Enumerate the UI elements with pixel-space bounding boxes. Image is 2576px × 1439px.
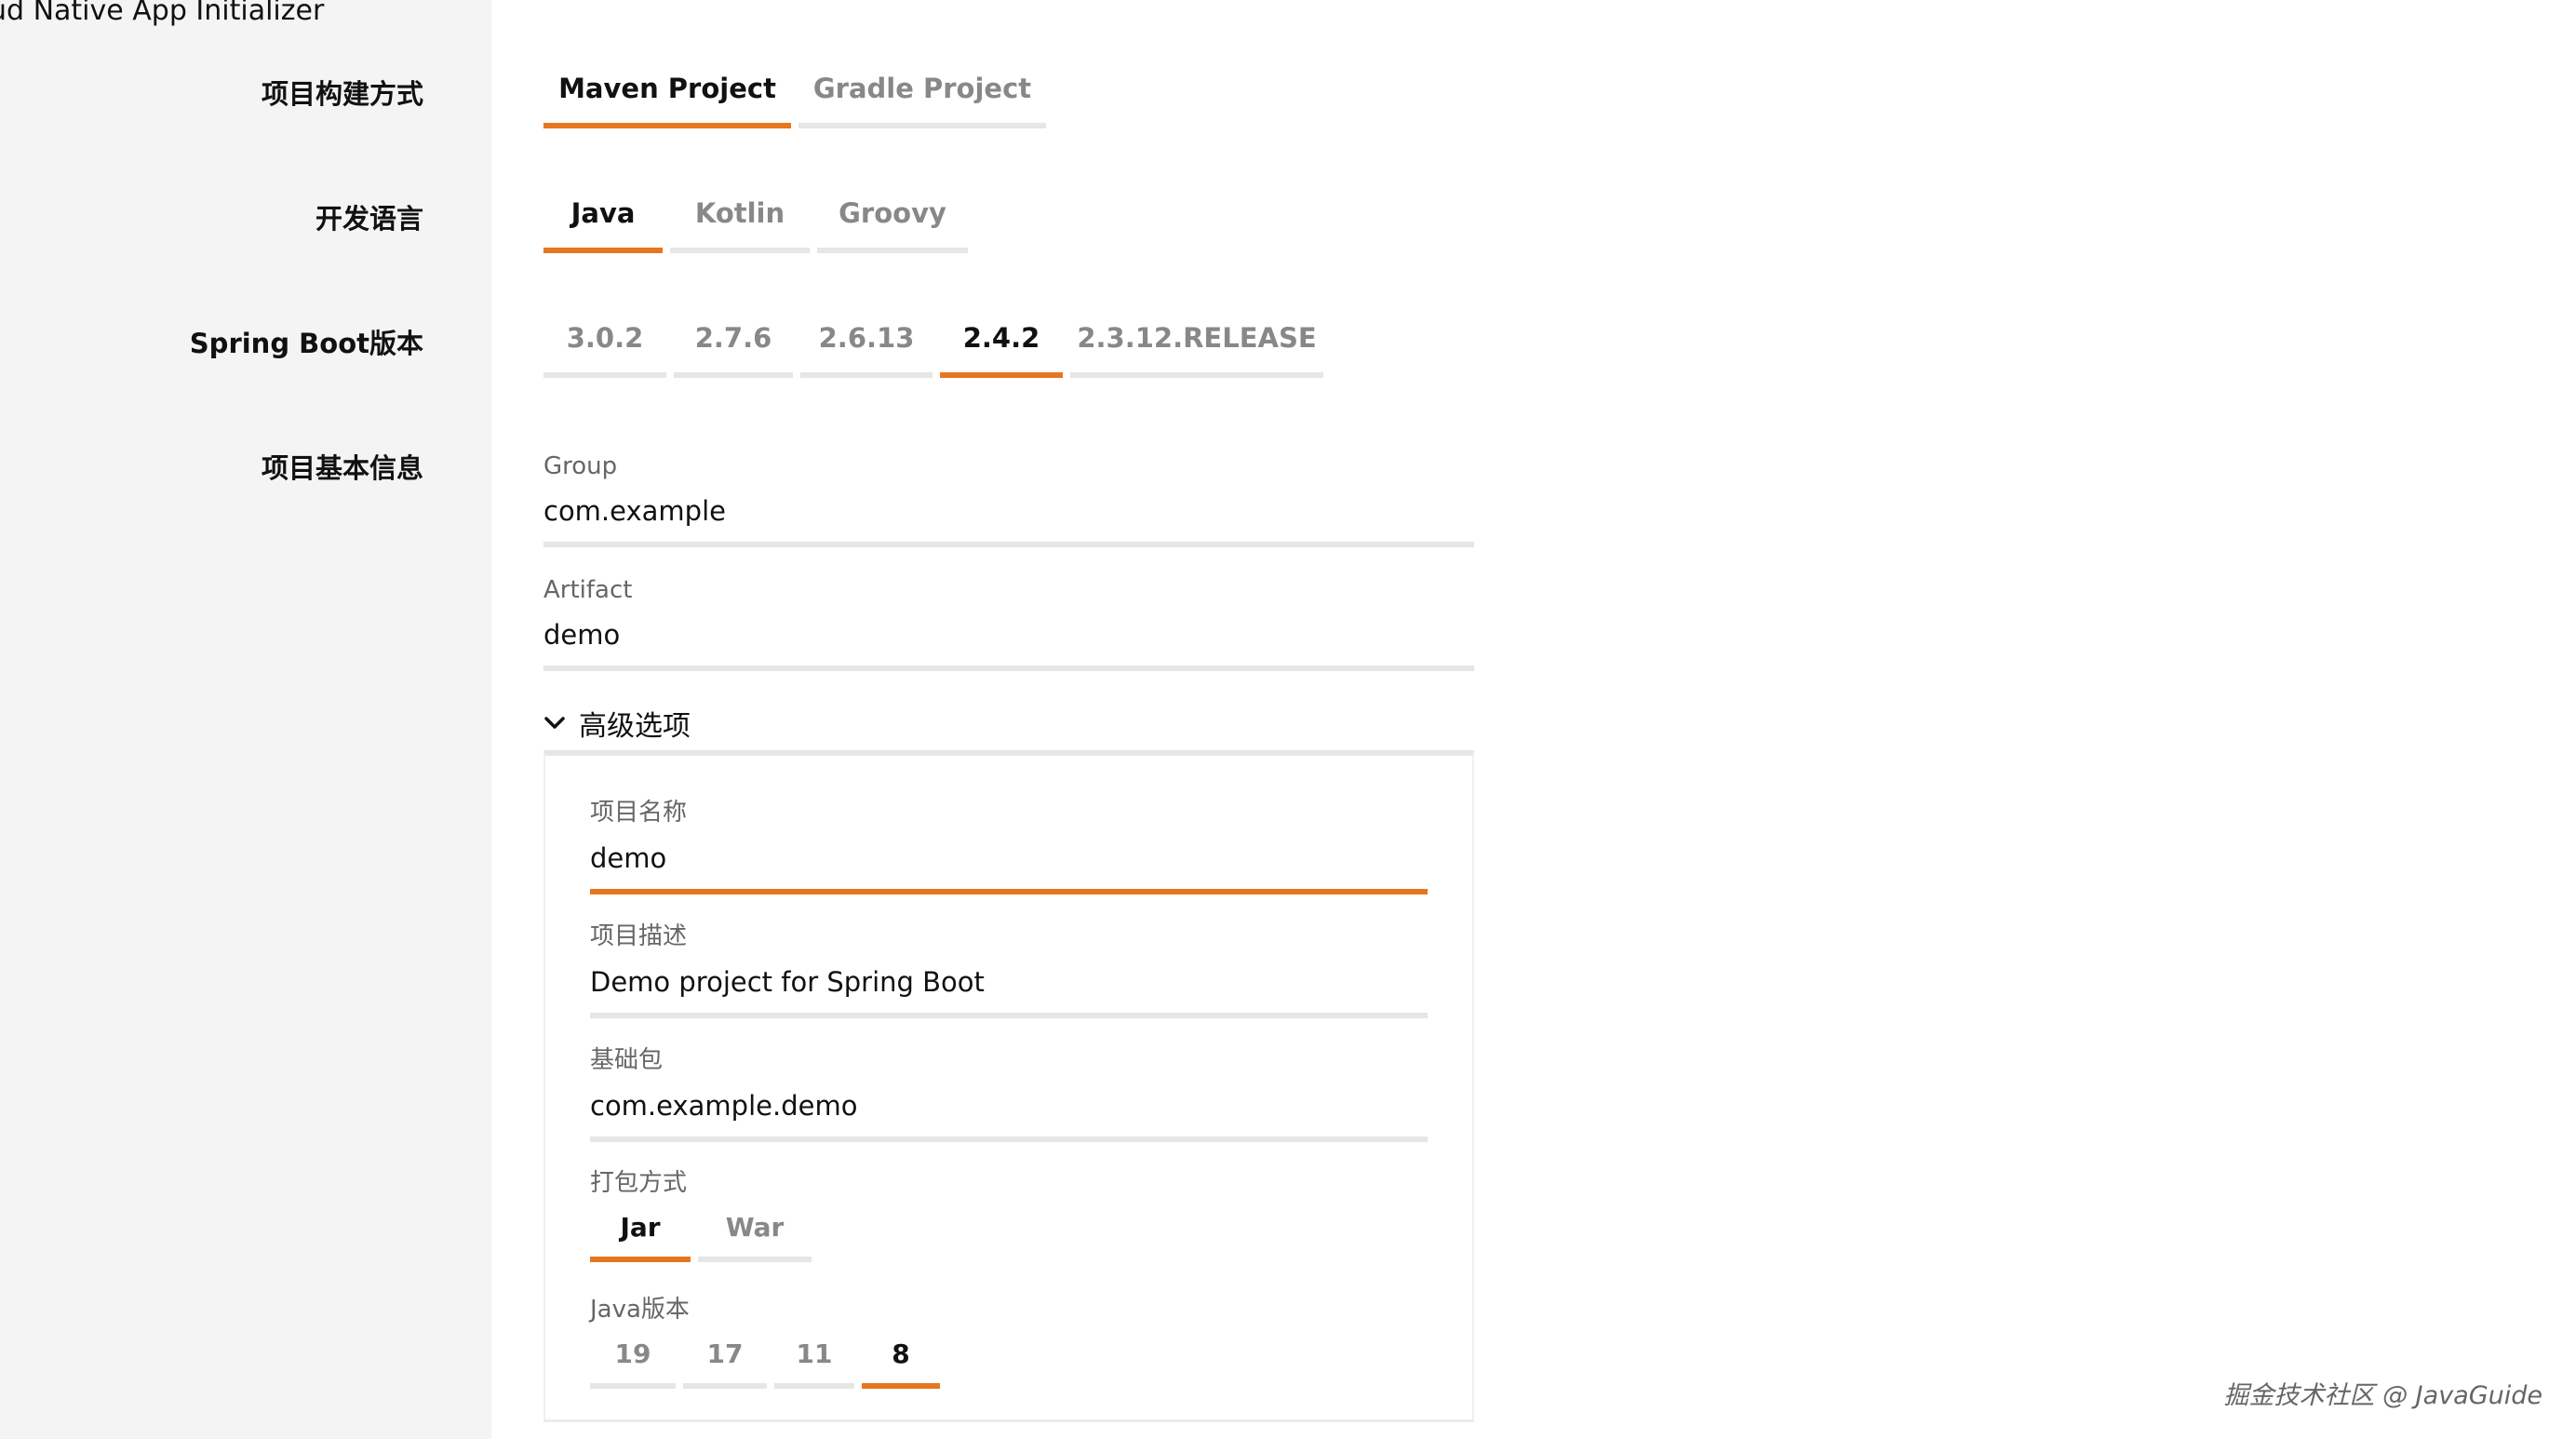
build-type-label: 项目构建方式 (261, 78, 423, 110)
tab-boot-2-3-12-release[interactable]: 2.3.12.RELEASE (1070, 303, 1323, 378)
tab-java-11[interactable]: 11 (774, 1324, 854, 1389)
tab-java-8[interactable]: 8 (862, 1324, 940, 1389)
project-description-label: 项目描述 (590, 922, 688, 950)
artifact-input[interactable] (543, 619, 1474, 671)
spring-boot-version-label: Spring Boot版本 (189, 328, 423, 359)
java-version-field: Java版本 (590, 1290, 1428, 1325)
build-type-tabs: Maven Project Gradle Project (543, 54, 1046, 128)
app-title: ud Native App Initializer (0, 0, 325, 27)
base-package-field: 基础包 (590, 1041, 1428, 1142)
java-version-label: Java版本 (590, 1296, 690, 1324)
artifact-field: Artifact (543, 576, 1474, 671)
watermark: 掘金技术社区 @ JavaGuide (2223, 1381, 2542, 1410)
language-tabs: Java Kotlin Groovy (543, 179, 968, 253)
project-name-input[interactable] (590, 842, 1428, 894)
base-package-input[interactable] (590, 1090, 1428, 1142)
group-field: Group (543, 452, 1474, 547)
project-name-field: 项目名称 (590, 793, 1428, 894)
tab-java[interactable]: Java (543, 179, 663, 253)
tab-maven-project[interactable]: Maven Project (543, 54, 791, 128)
tab-boot-2-6-13[interactable]: 2.6.13 (800, 303, 932, 378)
group-input[interactable] (543, 495, 1474, 547)
group-label: Group (543, 452, 618, 480)
tab-java-19[interactable]: 19 (590, 1324, 676, 1389)
tab-groovy[interactable]: Groovy (817, 179, 968, 253)
tab-jar[interactable]: Jar (590, 1197, 691, 1262)
tab-boot-2-4-2[interactable]: 2.4.2 (940, 303, 1063, 378)
artifact-label: Artifact (543, 576, 633, 604)
advanced-options-label: 高级选项 (579, 710, 691, 743)
chevron-down-icon (544, 717, 565, 729)
tab-war[interactable]: War (698, 1197, 812, 1262)
advanced-options-toggle[interactable]: 高级选项 (543, 693, 1474, 754)
base-package-label: 基础包 (590, 1046, 664, 1074)
project-name-label: 项目名称 (590, 799, 688, 827)
project-description-field: 项目描述 (590, 917, 1428, 1018)
tab-boot-2-7-6[interactable]: 2.7.6 (674, 303, 793, 378)
java-version-tabs: 19 17 11 8 (590, 1324, 940, 1389)
spring-boot-version-tabs: 3.0.2 2.7.6 2.6.13 2.4.2 2.3.12.RELEASE (543, 303, 1323, 378)
basic-info-label: 项目基本信息 (261, 452, 423, 484)
tab-java-17[interactable]: 17 (683, 1324, 767, 1389)
tab-gradle-project[interactable]: Gradle Project (798, 54, 1046, 128)
packaging-label: 打包方式 (590, 1169, 688, 1197)
language-label: 开发语言 (315, 203, 423, 235)
packaging-field: 打包方式 (590, 1163, 1428, 1198)
tab-boot-3-0-2[interactable]: 3.0.2 (543, 303, 666, 378)
project-description-input[interactable] (590, 966, 1428, 1018)
tab-kotlin[interactable]: Kotlin (670, 179, 810, 253)
packaging-tabs: Jar War (590, 1197, 812, 1262)
